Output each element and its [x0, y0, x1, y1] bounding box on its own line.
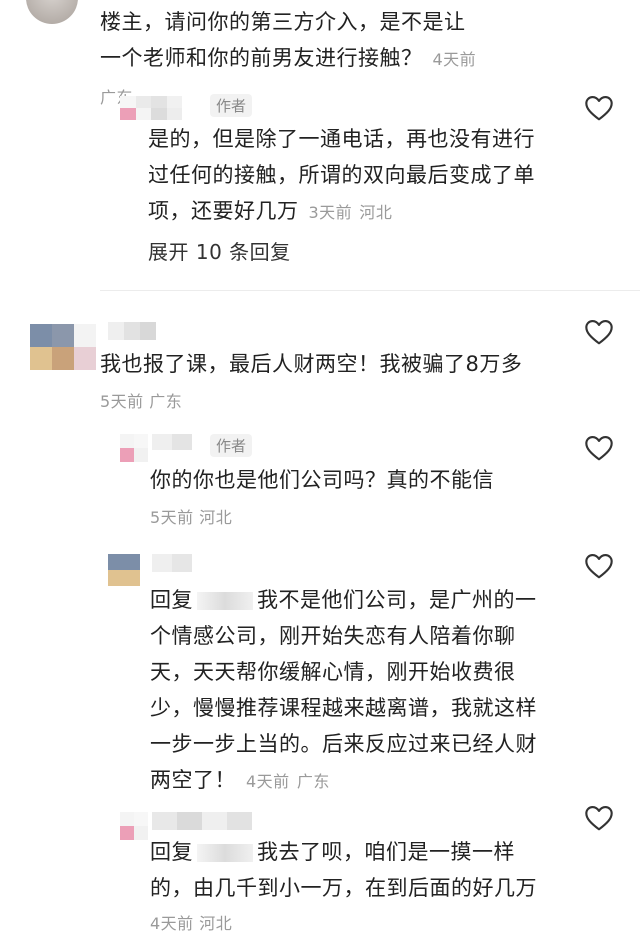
username-blurred[interactable]	[108, 322, 156, 340]
expand-replies-link[interactable]: 展开 10 条回复	[148, 236, 291, 265]
heart-outline-icon[interactable]	[582, 432, 616, 464]
reply-location: 河北	[359, 203, 393, 222]
avatar-blurred[interactable]	[30, 324, 96, 370]
username-blurred[interactable]	[152, 434, 192, 450]
reply-meta: 4天前 河北	[150, 910, 232, 934]
avatar-blurred[interactable]	[120, 434, 148, 462]
reply-time: 3天前	[308, 203, 353, 222]
comment-meta: 5天前 广东	[100, 388, 182, 412]
reply-location: 河北	[199, 914, 233, 933]
comment-time: 5天前	[100, 392, 144, 411]
reply-location: 广东	[296, 772, 330, 791]
reply-prefix: 回复	[150, 840, 193, 864]
mentioned-user-blurred[interactable]	[197, 844, 253, 862]
reply-prefix: 回复	[150, 588, 193, 612]
heart-outline-icon[interactable]	[582, 550, 616, 582]
avatar-blurred[interactable]	[120, 96, 182, 120]
comment-location: 广东	[149, 392, 183, 411]
heart-outline-icon[interactable]	[582, 802, 616, 834]
avatar-blurred[interactable]	[120, 812, 148, 840]
heart-outline-icon[interactable]	[582, 92, 616, 124]
reply-text: 回复 我去了呗，咱们是一摸一样的，由几千到小一万，在到后面的好几万	[150, 840, 537, 900]
avatar-blurred[interactable]	[108, 554, 140, 586]
comment-2: 我也报了课，最后人财两空！我被骗了8万多 5天前 广东 作者 你的你也是他们公司…	[0, 300, 640, 950]
divider	[100, 290, 640, 291]
comment-1: 楼主，请问你的第三方介入，是不是让一个老师和你的前男友进行接触？ 4天前 广东 作…	[0, 0, 640, 290]
username-blurred[interactable]	[152, 554, 192, 572]
reply-meta: 5天前 河北	[150, 504, 232, 528]
avatar[interactable]	[26, 0, 78, 24]
reply-text: 你的你也是他们公司吗？真的不能信	[150, 468, 494, 492]
reply-time: 4天前	[246, 772, 290, 791]
reply-text: 是的，但是除了一通电话，再也没有进行过任何的接触，所谓的双向最后变成了单项，还要…	[148, 127, 535, 223]
author-badge: 作者	[210, 94, 253, 117]
reply-location: 河北	[199, 508, 233, 527]
comment-text: 我也报了课，最后人财两空！我被骗了8万多	[100, 352, 523, 376]
reply-time: 5天前	[150, 508, 194, 527]
heart-outline-icon[interactable]	[582, 316, 616, 348]
reply-time: 4天前	[150, 914, 194, 933]
username-blurred[interactable]	[152, 812, 252, 830]
mentioned-user-blurred[interactable]	[197, 592, 253, 610]
comment-time: 4天前	[432, 50, 477, 69]
author-badge: 作者	[210, 434, 253, 457]
reply-text: 回复 我不是他们公司，是广州的一个情感公司，刚开始失恋有人陪着你聊天，天天帮你缓解…	[150, 588, 537, 792]
